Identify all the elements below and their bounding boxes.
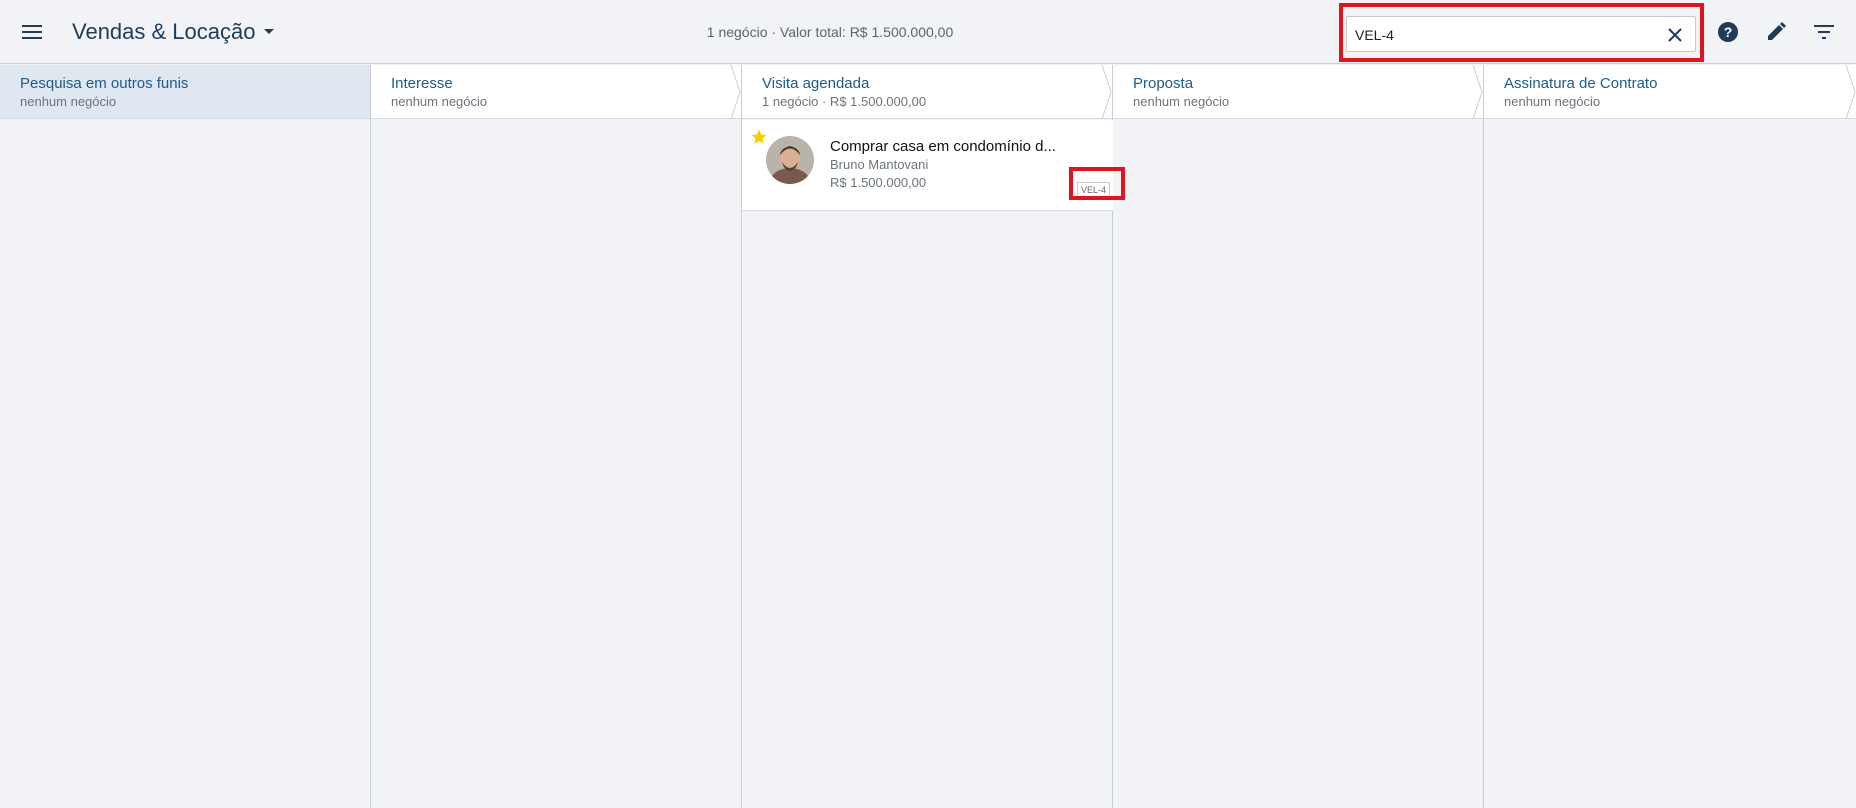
pencil-icon[interactable] [1764,20,1788,44]
deal-card[interactable]: Comprar casa em condomínio d... Bruno Ma… [742,120,1113,211]
avatar [766,136,814,184]
stage-header[interactable]: Interesse nenhum negócio [371,65,741,119]
search-input[interactable] [1355,23,1645,47]
summary-text: 1 negócio · Valor total: R$ 1.500.000,00 [706,24,954,40]
stage-name: Pesquisa em outros funis [20,75,189,92]
stage-column: Visita agendada 1 negócio · R$ 1.500.000… [742,65,1113,808]
chevron-right-icon [1101,65,1112,119]
stage-summary: nenhum negócio [1133,94,1230,109]
stage-name: Interesse [391,75,453,92]
stage-name: Proposta [1133,75,1194,92]
stage-column: Interesse nenhum negócio [371,65,742,808]
filter-icon[interactable] [1812,20,1836,44]
chevron-right-icon [730,65,741,119]
stage-summary: 1 negócio · R$ 1.500.000,00 [762,94,927,109]
top-bar: Vendas & Locação 1 negócio · Valor total… [0,0,1856,64]
stage-header[interactable]: Proposta nenhum negócio [1113,65,1483,119]
stage-column: Proposta nenhum negócio [1113,65,1484,808]
stage-summary: nenhum negócio [391,94,488,109]
stage-summary: nenhum negócio [20,94,117,109]
pipeline-board: Pesquisa em outros funis nenhum negócio … [0,65,1856,808]
stage-name: Visita agendada [762,75,870,92]
stage-header[interactable]: Assinatura de Contrato nenhum negócio [1484,65,1856,119]
star-icon[interactable] [750,128,768,151]
svg-text:?: ? [1724,24,1733,40]
deal-value: R$ 1.500.000,00 [830,175,927,190]
help-circle-icon[interactable]: ? [1716,20,1740,44]
stage-header[interactable]: Pesquisa em outros funis nenhum negócio [0,65,370,119]
chevron-right-icon [1472,65,1483,119]
stage-header[interactable]: Visita agendada 1 negócio · R$ 1.500.000… [742,65,1112,119]
search-box [1346,16,1696,52]
stage-column: Assinatura de Contrato nenhum negócio [1484,65,1856,808]
stage-column: Pesquisa em outros funis nenhum negócio [0,65,371,808]
close-icon[interactable] [1665,25,1685,45]
deal-person: Bruno Mantovani [830,157,929,172]
deal-title: Comprar casa em condomínio d... [830,138,1056,155]
stage-summary: nenhum negócio [1504,94,1601,109]
chevron-right-icon [1845,65,1856,119]
stage-name: Assinatura de Contrato [1504,75,1658,92]
deal-code-badge: VEL-4 [1077,182,1111,198]
